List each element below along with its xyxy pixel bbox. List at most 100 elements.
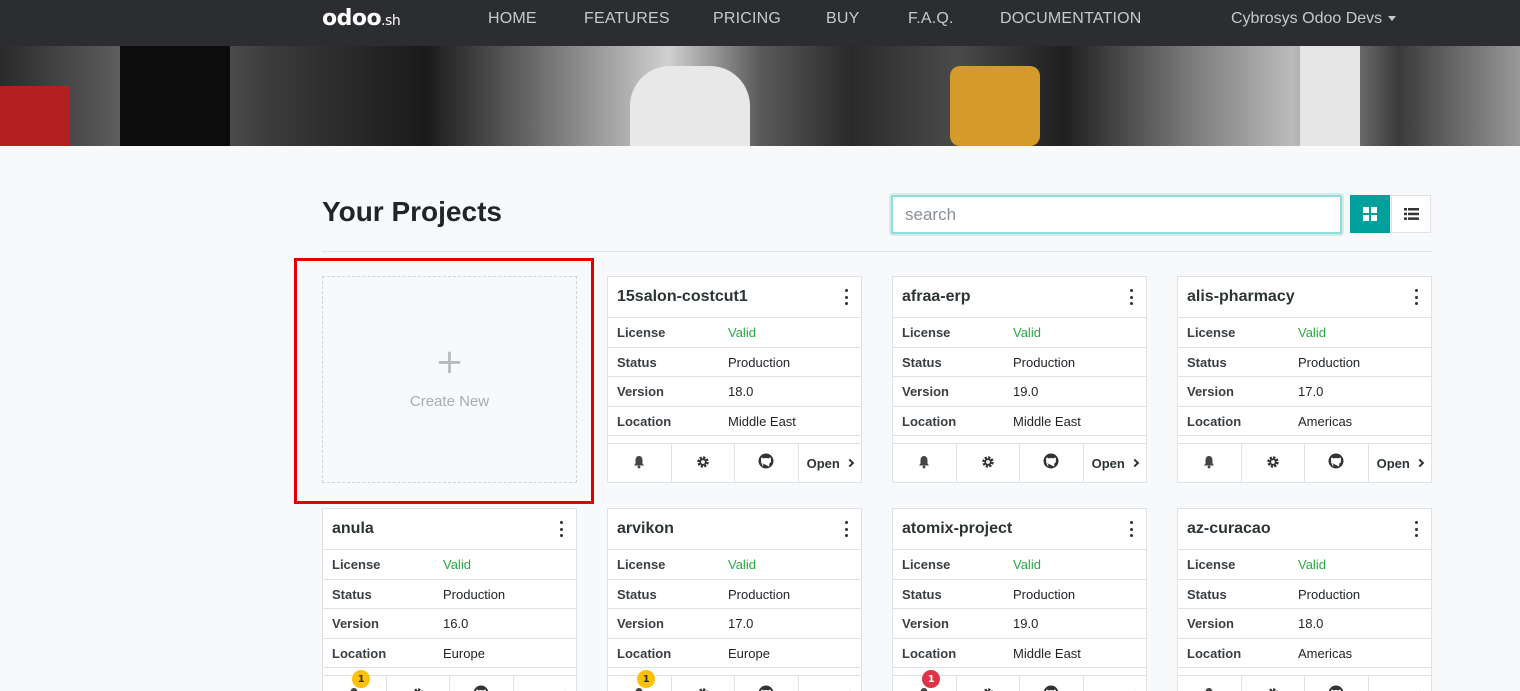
project-name[interactable]: 15salon-costcut1 <box>617 288 748 306</box>
version-label: Version <box>1187 384 1234 399</box>
version-value: 19.0 <box>1013 384 1039 399</box>
status-value: Production <box>443 586 506 602</box>
location-row: Location Middle East <box>893 407 1146 436</box>
nav-features[interactable]: FEATURES <box>584 10 670 28</box>
kebab-menu-icon[interactable] <box>841 288 851 306</box>
kebab-menu-icon[interactable] <box>841 520 851 538</box>
kebab-menu-icon[interactable] <box>1411 288 1421 306</box>
status-row: Status Production <box>1178 348 1431 377</box>
chevron-right-icon <box>1415 458 1425 468</box>
notifications-button[interactable]: 1 <box>608 670 672 691</box>
project-card[interactable]: alis-pharmacy License Valid Status Product… <box>1177 276 1432 483</box>
status-label: Status <box>617 354 657 370</box>
notifications-button[interactable]: 1 <box>323 670 387 691</box>
github-button[interactable] <box>1305 444 1369 482</box>
open-project-button[interactable]: Open <box>514 676 577 691</box>
license-label: License <box>902 557 951 572</box>
grid-view-button[interactable] <box>1350 195 1390 233</box>
notifications-button[interactable]: 1 <box>893 670 957 691</box>
nav-pricing[interactable]: PRICING <box>713 10 781 28</box>
banner-light-panel <box>1300 46 1360 146</box>
open-project-button[interactable]: Open <box>1369 444 1432 482</box>
project-name[interactable]: az-curacao <box>1187 520 1271 538</box>
open-project-button[interactable]: Open <box>1084 444 1147 482</box>
notifications-button[interactable] <box>1178 676 1242 691</box>
license-row: License Valid <box>608 550 861 580</box>
license-label: License <box>617 557 666 572</box>
license-row: License Valid <box>323 550 576 580</box>
card-actions: Open <box>1178 443 1431 482</box>
bell-icon <box>1202 686 1216 691</box>
status-row: Status Production <box>1178 580 1431 609</box>
license-value: Valid <box>728 557 756 572</box>
settings-button[interactable] <box>957 676 1020 691</box>
version-label: Version <box>1187 616 1234 631</box>
notifications-button[interactable] <box>893 444 957 482</box>
github-button[interactable] <box>735 444 799 482</box>
open-project-button[interactable]: Open <box>1084 676 1147 691</box>
github-button[interactable] <box>735 676 799 691</box>
search-input[interactable] <box>891 195 1342 234</box>
github-icon <box>473 685 489 691</box>
user-menu-dropdown[interactable]: Cybrosys Odoo Devs <box>1231 10 1397 28</box>
kebab-menu-icon[interactable] <box>1126 288 1136 306</box>
settings-button[interactable] <box>387 676 450 691</box>
kebab-menu-icon[interactable] <box>556 520 566 538</box>
project-card[interactable]: atomix-project License Valid Status Produc… <box>892 508 1147 691</box>
card-header: az-curacao <box>1178 509 1431 550</box>
card-header: anula <box>323 509 576 550</box>
license-value: Valid <box>728 325 756 340</box>
github-icon <box>758 685 774 691</box>
open-project-button[interactable]: Open <box>799 444 862 482</box>
nav-documentation[interactable]: DOCUMENTATION <box>1000 10 1142 28</box>
nav-buy[interactable]: BUY <box>826 10 860 28</box>
settings-button[interactable] <box>1242 676 1305 691</box>
kebab-menu-icon[interactable] <box>1126 520 1136 538</box>
create-new-project-card[interactable]: + Create New <box>322 276 577 483</box>
location-row: Location Middle East <box>608 407 861 436</box>
project-name[interactable]: arvikon <box>617 520 674 538</box>
banner-red-shape <box>0 86 70 146</box>
location-value: Middle East <box>1013 413 1081 429</box>
project-card[interactable]: 15salon-costcut1 License Valid Status Prod… <box>607 276 862 483</box>
version-value: 17.0 <box>1298 384 1324 399</box>
odoo-sh-logo[interactable]: odoo.sh <box>322 6 401 31</box>
project-name[interactable]: atomix-project <box>902 520 1012 538</box>
nav-faq[interactable]: F.A.Q. <box>908 10 954 28</box>
project-name[interactable]: alis-pharmacy <box>1187 288 1295 306</box>
version-row: Version 19.0 <box>893 377 1146 407</box>
version-row: Version 16.0 <box>323 609 576 639</box>
project-name[interactable]: afraa-erp <box>902 288 970 306</box>
location-label: Location <box>902 645 957 661</box>
settings-button[interactable] <box>672 444 735 482</box>
github-button[interactable] <box>1020 676 1084 691</box>
github-button[interactable] <box>1020 444 1084 482</box>
project-card[interactable]: az-curacao License Valid Status Production… <box>1177 508 1432 691</box>
open-project-button[interactable]: Open <box>799 676 862 691</box>
chevron-right-icon <box>845 458 855 468</box>
status-label: Status <box>1187 354 1227 370</box>
github-button[interactable] <box>1305 676 1369 691</box>
settings-button[interactable] <box>957 444 1020 482</box>
gear-icon <box>981 686 995 691</box>
list-view-button[interactable] <box>1391 195 1431 233</box>
notifications-button[interactable] <box>608 444 672 482</box>
nav-home[interactable]: HOME <box>488 10 537 28</box>
license-row: License Valid <box>893 318 1146 348</box>
settings-button[interactable] <box>672 676 735 691</box>
github-button[interactable] <box>450 676 514 691</box>
logo-text: odoo <box>322 6 382 31</box>
project-card[interactable]: anula License Valid Status Production Vers… <box>322 508 577 691</box>
status-value: Production <box>1298 586 1361 602</box>
kebab-menu-icon[interactable] <box>1411 520 1421 538</box>
settings-button[interactable] <box>1242 444 1305 482</box>
grid-icon <box>1363 207 1377 221</box>
project-name[interactable]: anula <box>332 520 374 538</box>
project-card[interactable]: arvikon License Valid Status Production Ve… <box>607 508 862 691</box>
license-row: License Valid <box>1178 550 1431 580</box>
open-label: Open <box>1376 455 1410 471</box>
notifications-button[interactable] <box>1178 444 1242 482</box>
open-project-button[interactable]: Open <box>1369 676 1432 691</box>
project-card[interactable]: afraa-erp License Valid Status Production … <box>892 276 1147 483</box>
location-label: Location <box>617 413 672 429</box>
